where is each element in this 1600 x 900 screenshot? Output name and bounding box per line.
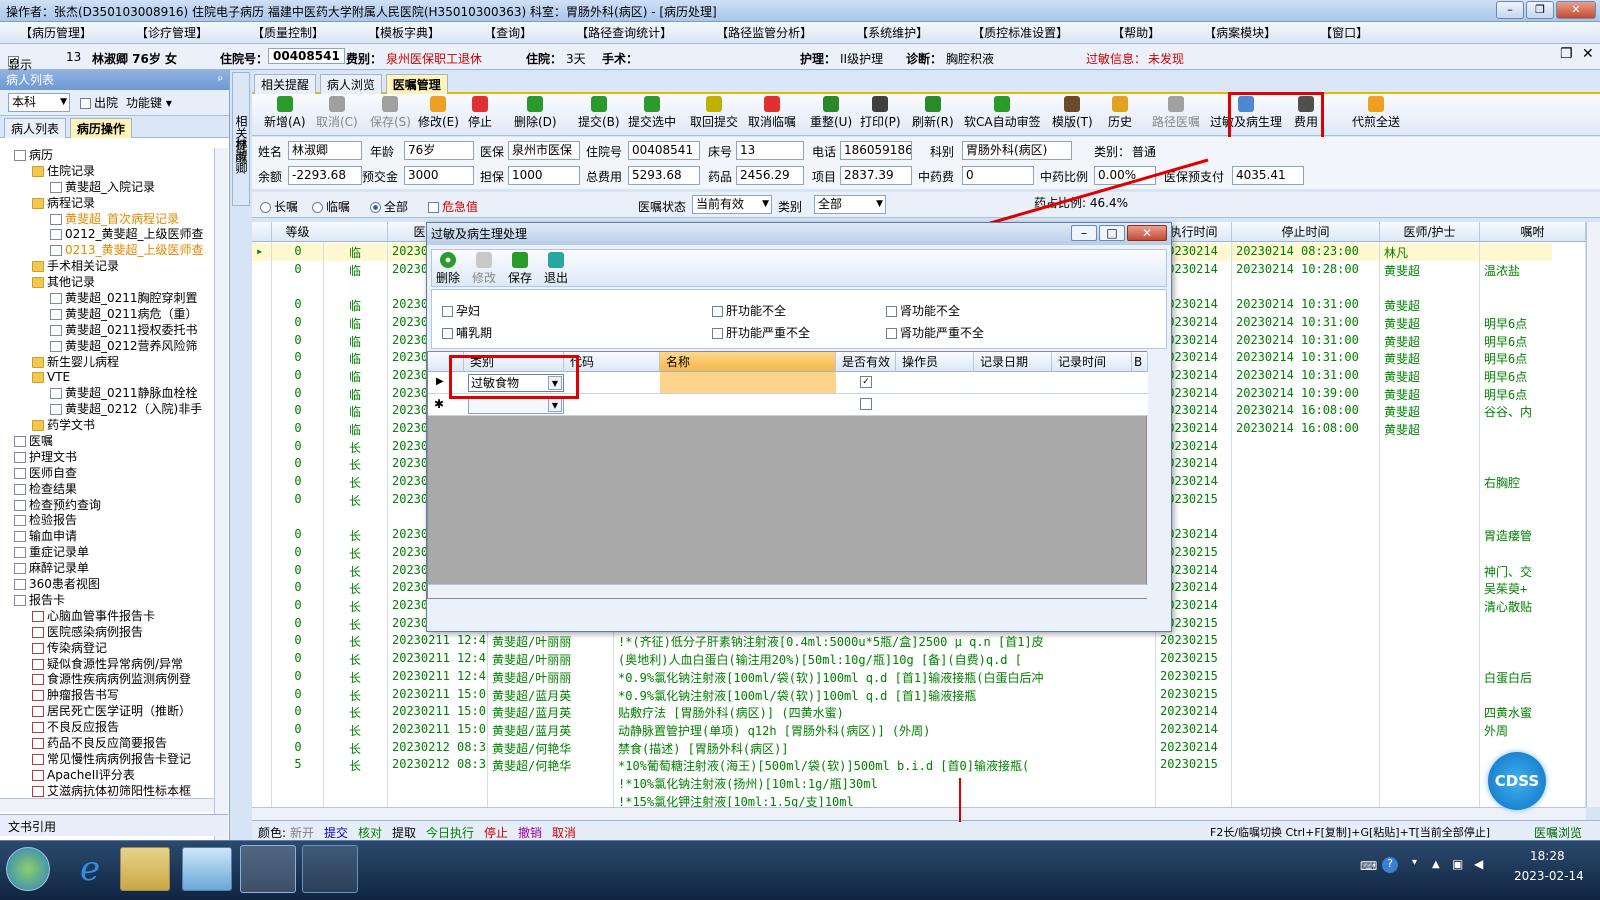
dialog-name-cell[interactable] [660, 372, 836, 393]
network-icon[interactable]: ▣ [1452, 857, 1463, 871]
new-row-star-icon: ✱ [434, 397, 445, 411]
dialog-checks: 孕妇 肝功能不全 肾功能不全 哺乳期 肝功能严重不全 肾功能严重不全 [431, 289, 1167, 349]
highlight-box [449, 355, 579, 399]
kidney-severe-label: 肾功能严重不全 [900, 326, 985, 340]
kidney-insufficiency-label: 肾功能不全 [900, 304, 961, 318]
help-icon[interactable]: ? [1382, 857, 1398, 873]
dialog-maximize[interactable]: □ [1099, 225, 1125, 241]
dialog-col-name[interactable]: 名称 [660, 352, 836, 372]
dialog-edit-button[interactable]: 修改 [472, 252, 496, 286]
dialog-valid-checkbox[interactable]: ✓ [860, 376, 872, 388]
taskbar: e ⌨ ? ▾ ▲ ▣ ◀ 18:28 2023-02-14 [0, 840, 1600, 900]
pregnant-checkbox[interactable]: 孕妇 [442, 302, 480, 319]
explorer-icon[interactable] [120, 847, 170, 891]
volume-icon[interactable]: ◀ [1474, 857, 1483, 871]
pregnant-label: 孕妇 [456, 304, 481, 318]
dialog-minimize[interactable]: – [1071, 225, 1097, 241]
clock-date[interactable]: 2023-02-14 [1514, 869, 1584, 883]
dialog-close[interactable]: ✕ [1127, 225, 1167, 241]
row-pointer-icon: ▶ [436, 376, 444, 387]
nurse-app-icon[interactable] [302, 845, 358, 893]
lactation-checkbox[interactable]: 哺乳期 [442, 324, 492, 341]
start-button[interactable] [6, 847, 50, 891]
liver-insufficiency-checkbox[interactable]: 肝功能不全 [712, 302, 786, 319]
dialog-save-label: 保存 [508, 271, 533, 285]
delete-icon [440, 252, 456, 268]
dialog-col-time[interactable]: 记录时间 [1052, 352, 1132, 372]
dialog-toolbar: 删除 修改 保存 退出 [431, 249, 1167, 287]
app-icon[interactable] [182, 847, 232, 891]
dialog-hscrollbar[interactable] [428, 584, 1148, 598]
tray-up-icon[interactable]: ▲ [1432, 859, 1440, 870]
liver-insufficiency-label: 肝功能不全 [726, 304, 787, 318]
ie-icon[interactable]: e [70, 849, 110, 889]
dialog-save-button[interactable]: 保存 [508, 252, 532, 286]
liver-severe-label: 肝功能严重不全 [726, 326, 811, 340]
dialog-col-date[interactable]: 记录日期 [974, 352, 1052, 372]
chevron-down-icon: ▼ [548, 398, 562, 412]
allergy-dialog: 过敏及病生理处理 – □ ✕ 删除 修改 保存 退出 孕妇 肝功能不全 肾功能不… [426, 222, 1172, 632]
dialog-title: 过敏及病生理处理 [431, 227, 528, 241]
dialog-delete-button[interactable]: 删除 [436, 252, 460, 286]
dialog-delete-label: 删除 [436, 271, 461, 285]
dialog-col-valid[interactable]: 是否有效 [836, 352, 896, 372]
exit-icon [548, 252, 564, 268]
kidney-insufficiency-checkbox[interactable]: 肾功能不全 [886, 302, 960, 319]
dialog-col-operator[interactable]: 操作员 [896, 352, 974, 372]
dialog-edit-label: 修改 [472, 271, 497, 285]
tray-chevron-icon[interactable]: ▾ [1412, 857, 1417, 868]
doctor-app-icon[interactable] [240, 845, 296, 893]
dialog-exit-label: 退出 [544, 271, 569, 285]
edit-icon [476, 252, 492, 268]
kidney-severe-checkbox[interactable]: 肾功能严重不全 [886, 324, 984, 341]
liver-severe-checkbox[interactable]: 肝功能严重不全 [712, 324, 810, 341]
dialog-exit-button[interactable]: 退出 [544, 252, 568, 286]
keyboard-icon[interactable]: ⌨ [1360, 859, 1377, 873]
dialog-new-valid-checkbox[interactable] [860, 398, 872, 410]
dialog-title-bar: 过敏及病生理处理 – □ ✕ [427, 223, 1171, 245]
clock-time[interactable]: 18:28 [1530, 849, 1565, 863]
lactation-label: 哺乳期 [456, 326, 493, 340]
save-icon [512, 252, 528, 268]
dialog-col-b[interactable]: B [1132, 352, 1148, 372]
